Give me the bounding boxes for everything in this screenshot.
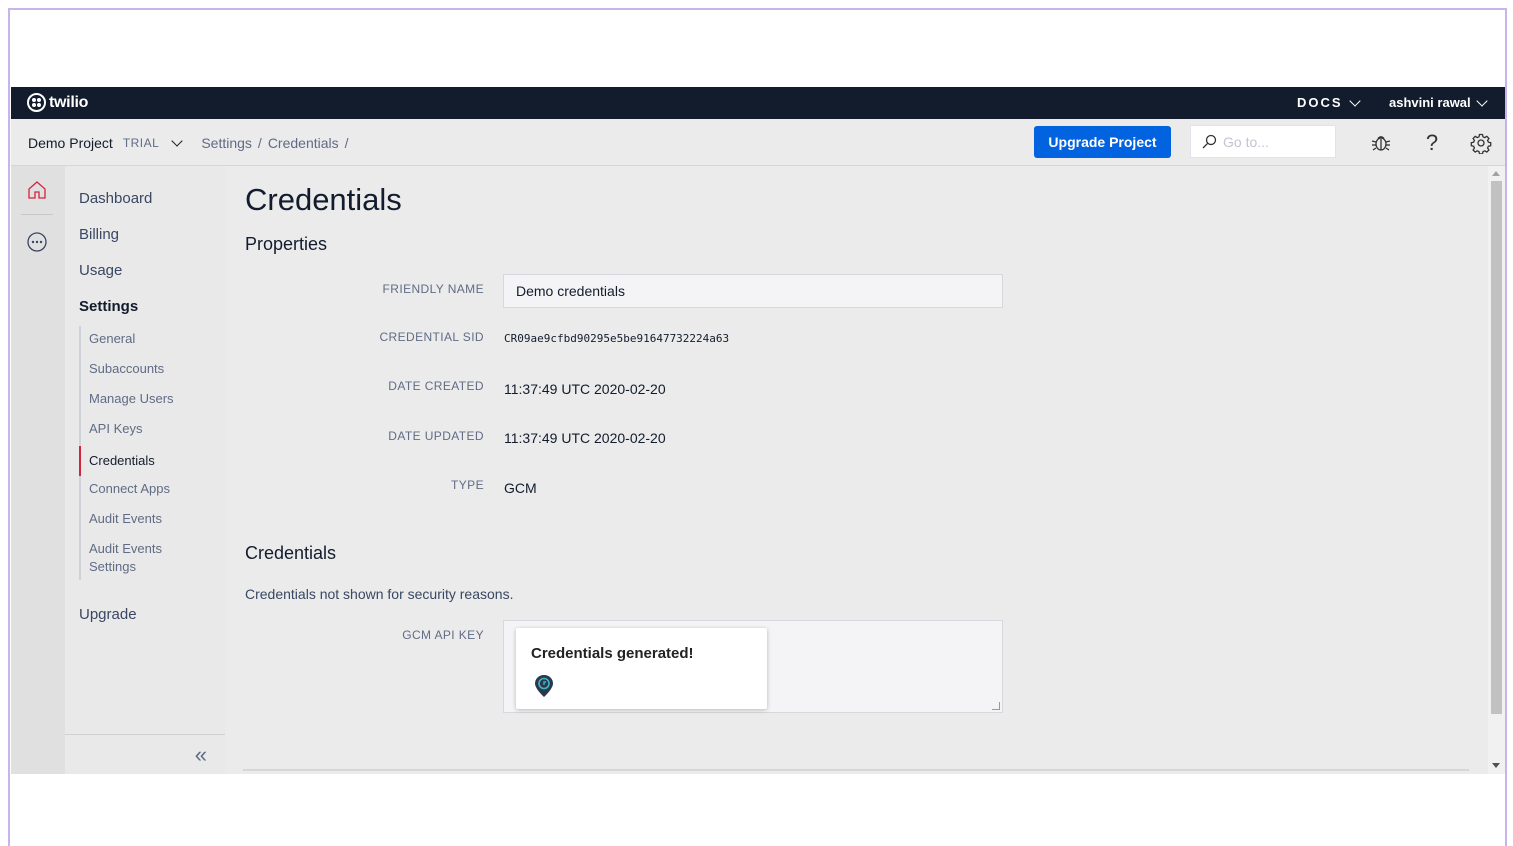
gear-icon[interactable] <box>1469 131 1493 155</box>
logo-text: twilio <box>49 93 89 111</box>
resize-handle[interactable] <box>992 702 1000 710</box>
chevron-down-icon <box>171 135 183 147</box>
subnav-item-audit-events-settings[interactable]: Audit Events Settings <box>81 536 171 580</box>
breadcrumb-settings[interactable]: Settings <box>201 135 252 151</box>
top-navbar: twilio DOCS ashvini rawal <box>11 87 1505 119</box>
sidebar-item-billing[interactable]: Billing <box>79 226 119 243</box>
subnav-item-connect-apps[interactable]: Connect Apps <box>81 476 219 506</box>
breadcrumb-separator: / <box>344 135 349 151</box>
project-header: Demo Project TRIAL Settings / Credential… <box>11 119 1505 166</box>
docs-menu[interactable]: DOCS <box>1297 94 1361 110</box>
subnav-item-manage-users[interactable]: Manage Users <box>81 386 219 416</box>
date-created-value: 11:37:49 UTC 2020-02-20 <box>504 381 666 397</box>
friendly-name-input[interactable]: Demo credentials <box>503 274 1003 308</box>
double-chevron-left-icon: « <box>194 741 207 767</box>
friendly-name-label: FRIENDLY NAME <box>382 282 484 296</box>
credentials-note: Credentials not shown for security reaso… <box>245 586 514 602</box>
settings-subnav: General Subaccounts Manage Users API Key… <box>79 326 219 580</box>
subnav-item-general[interactable]: General <box>81 326 219 356</box>
properties-heading: Properties <box>245 234 328 254</box>
scroll-thumb[interactable] <box>1491 181 1502 714</box>
project-name: Demo Project <box>28 135 113 151</box>
sidebar-item-usage[interactable]: Usage <box>79 262 122 279</box>
product-rail <box>11 166 65 774</box>
gcm-api-key-label: GCM API KEY <box>402 628 484 642</box>
docs-label: DOCS <box>1297 95 1343 110</box>
page-title: Credentials <box>245 182 402 217</box>
popup-message: Credentials generated! <box>531 645 694 662</box>
sidebar-item-settings[interactable]: Settings <box>79 298 138 315</box>
credentials-heading: Credentials <box>245 543 337 563</box>
subnav-item-subaccounts[interactable]: Subaccounts <box>81 356 219 386</box>
trial-badge: TRIAL <box>122 136 160 150</box>
goto-input[interactable] <box>1223 133 1333 150</box>
sidebar: Dashboard Billing Usage Settings General… <box>65 166 225 774</box>
type-value: GCM <box>504 480 537 496</box>
more-icon[interactable] <box>25 230 49 254</box>
chevron-down-icon <box>1348 94 1361 107</box>
main-content: Credentials Properties FRIENDLY NAME Dem… <box>225 166 1488 774</box>
credential-sid-value: CR09ae9cfbd90295e5be91647732224a63 <box>504 332 730 345</box>
rail-divider <box>21 214 53 215</box>
project-switcher[interactable]: Demo Project TRIAL Settings / Credential… <box>28 135 349 151</box>
credential-sid-label: CREDENTIAL SID <box>379 330 484 344</box>
twilio-logo[interactable]: twilio <box>27 93 88 112</box>
location-pin-icon <box>534 674 554 703</box>
breadcrumb: Settings / Credentials / <box>201 135 348 151</box>
credentials-generated-popup: Credentials generated! <box>516 628 767 709</box>
subnav-item-credentials[interactable]: Credentials <box>79 446 219 476</box>
scroll-up-arrow-icon[interactable] <box>1492 171 1500 176</box>
user-menu[interactable]: ashvini rawal <box>1389 94 1488 110</box>
upgrade-project-button[interactable]: Upgrade Project <box>1034 126 1171 158</box>
date-updated-value: 11:37:49 UTC 2020-02-20 <box>504 430 666 446</box>
goto-search[interactable] <box>1190 125 1336 158</box>
help-icon[interactable]: ? <box>1420 130 1444 155</box>
section-divider <box>243 769 1469 771</box>
type-label: TYPE <box>451 478 484 492</box>
user-name: ashvini rawal <box>1389 95 1471 110</box>
search-icon <box>1202 134 1217 148</box>
vertical-scrollbar[interactable] <box>1488 166 1505 774</box>
sidebar-item-upgrade[interactable]: Upgrade <box>79 606 137 623</box>
breadcrumb-credentials[interactable]: Credentials <box>268 135 339 151</box>
collapse-sidebar-button[interactable]: « <box>65 734 225 774</box>
scroll-down-arrow-icon[interactable] <box>1492 763 1500 768</box>
home-icon[interactable] <box>25 178 49 202</box>
breadcrumb-separator: / <box>257 135 262 151</box>
sidebar-item-dashboard[interactable]: Dashboard <box>79 190 152 207</box>
date-created-label: DATE CREATED <box>388 379 484 393</box>
subnav-item-api-keys[interactable]: API Keys <box>81 416 219 446</box>
subnav-item-audit-events[interactable]: Audit Events <box>81 506 219 536</box>
bug-icon[interactable] <box>1369 131 1393 155</box>
chevron-down-icon <box>1475 94 1488 107</box>
friendly-name-value: Demo credentials <box>516 283 625 299</box>
date-updated-label: DATE UPDATED <box>388 429 484 443</box>
twilio-logo-icon <box>27 93 46 112</box>
